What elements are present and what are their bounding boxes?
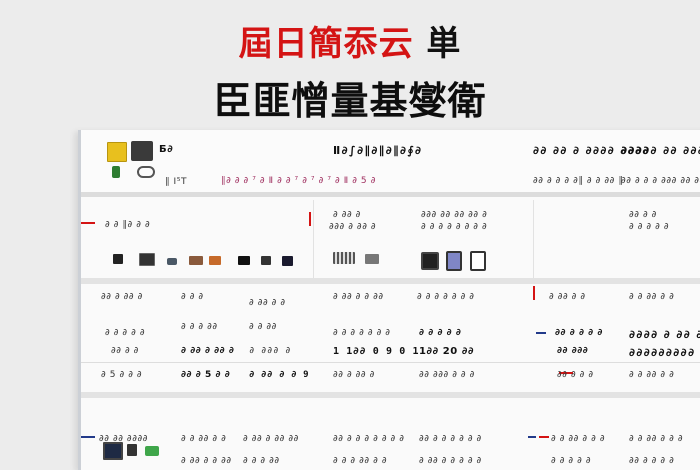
display-icon[interactable] (261, 256, 271, 265)
tablet-icon[interactable] (421, 252, 439, 270)
table-cell: ∂ ∂ ∂∂ ∂ ∂ ∂ (551, 434, 606, 444)
battery-icon[interactable] (145, 446, 159, 456)
table-cell: ∂ ∂ ∂ ∂ ∂ (551, 456, 592, 466)
section1-sub-mid2: ∂ ∂ ∂ ∂ ∂ ∂ ∂ ∂ (421, 222, 488, 232)
section-band (81, 392, 700, 398)
header-col4-sub: ∂∂ ∂ ∂ ∂ ∂∂∂ ∂∂ ∂∂ ∂ ∥ (621, 176, 700, 186)
header-col1-sub: ∥ I⁵T (165, 177, 188, 187)
display-icon[interactable] (238, 256, 250, 265)
section1-label-mid2: ∂∂∂ ∂∂ ∂∂ ∂∂ ∂ (421, 210, 488, 220)
monitor-icon[interactable] (139, 253, 155, 266)
display-icon[interactable] (282, 256, 293, 266)
table-cell: ∂ ∂ ∂∂ ∂ ∂ ∂ (629, 434, 684, 444)
table-cell: ∂ ∂ ∂∂ ∂ ∂ (629, 370, 675, 380)
row-divider (81, 362, 700, 363)
header-col3-sub: ∂∂ ∂ ∂ ∂ ∂∥ ∂ ∂ ∂∂ ∥ (533, 176, 624, 186)
row-marker-blue (81, 436, 95, 438)
header-col2-sub: ∥∂ ∂ ∂ ⁷ ∂ Ⅱ ∂ ∂ ⁷ ∂ ⁷ ∂ ⁷ ∂ Ⅱ ∂ 5 ∂ (221, 176, 376, 186)
table-cell: ∂ ∂ ∂∂ (249, 322, 277, 332)
table-cell: ∂ ∂ ∂ ∂ ∂ ∂ ∂ (417, 292, 475, 302)
section1-sub-right: ∂ ∂ ∂ ∂ ∂ (629, 222, 670, 232)
table-cell: ∂∂∂∂∂∂∂∂∂ ∂ (629, 346, 700, 359)
page-subtitle: 臣匪憎量基燮衛 (213, 78, 487, 123)
comparison-table-panel: Б∂ ∥ I⁵T Ⅱ∂∫∂∥∂∥∂∥∂∮∂ ∥∂ ∂ ∂ ⁷ ∂ Ⅱ ∂ ∂ ⁷… (78, 130, 700, 470)
table-cell: ∂∂ ∂ ∂ ∂ ∂ (629, 456, 675, 466)
table-cell: 1 1∂∂ 0 9 0 1 (333, 346, 420, 357)
table-cell: ∂∂∂∂ ∂ ∂∂ ∂ ∂ (629, 328, 700, 341)
brand-label: Б∂ (159, 144, 174, 155)
row-marker-red-mid (309, 212, 311, 226)
table-cell: ∂ ∂ ∂∂ ∂ ∂ (629, 292, 675, 302)
section1-label-right: ∂∂ ∂ ∂ (629, 210, 657, 220)
section1-label-left: ∂ ∂ ∥∂ ∂ ∂ (105, 220, 151, 230)
row-marker-red (533, 286, 535, 300)
table-cell: ∂ ∂∂ ∂ ∂ 9 (249, 370, 310, 380)
table-cell: ∂∂ ∂∂∂ ∂ ∂ ∂ (419, 370, 475, 380)
brand-logo-icon (107, 142, 127, 162)
table-cell: ∂ 5 ∂ ∂ ∂ (101, 370, 143, 380)
table-cell: ∂ ∂ ∂ ∂∂ (243, 456, 280, 466)
table-cell: ∂ ∂∂ ∂ ∂ (549, 292, 586, 302)
table-cell: ∂ ∂ ∂∂ ∂ ∂ (181, 434, 227, 444)
table-cell: ∂ ∂ ∂ (181, 292, 204, 302)
box-icon[interactable] (209, 256, 221, 265)
table-cell: ∂∂ ∂ ∂ ∂ ∂ ∂ ∂ (419, 434, 482, 444)
section1-label-mid: ∂ ∂∂ ∂ (333, 210, 361, 220)
table-cell: ∂ ∂∂ ∂ ∂ ∂∂ (333, 292, 384, 302)
column-separator (313, 200, 314, 280)
section-band (81, 278, 700, 284)
keyboard-icon[interactable] (365, 254, 379, 264)
table-cell: ∂∂ ∂∂∂ (557, 346, 589, 356)
table-cell: ∂ ∂∂ ∂ ∂∂ ∂ (181, 346, 235, 356)
row-marker-blue (536, 332, 546, 334)
header-col2-title[interactable]: Ⅱ∂∫∂∥∂∥∂∥∂∮∂ (333, 144, 422, 157)
header-col4-title[interactable]: ∂∂∂∂∂ ∂∂ ∂∂∂∂ Ⅱ (621, 144, 700, 157)
tablet-icon[interactable] (446, 251, 462, 271)
table-cell: ∂∂ ∂ ∂ ∂ ∂ (555, 328, 603, 338)
table-cell: ∂∂ ∂ ∂ (111, 346, 139, 356)
row-marker-red (81, 222, 95, 224)
section1-sub-mid: ∂∂∂ ∂ ∂∂ ∂ (329, 222, 377, 232)
title-black-text: 単 (426, 24, 462, 64)
table-cell: ∂∂ ∂ ∂∂ ∂ (333, 370, 375, 380)
tablet-icon[interactable] (113, 254, 123, 264)
phone-icon[interactable] (112, 166, 120, 178)
table-cell: ∂ ∂∂∂ ∂ (249, 346, 292, 356)
page-title: 屆日簡忝云 単 (0, 16, 700, 65)
table-cell: ∂ ∂ ∂ ∂ ∂ ∂ ∂ (333, 328, 391, 338)
table-cell: ∂ ∂∂ ∂ ∂∂ ∂∂ (243, 434, 299, 444)
keyboard-icon[interactable] (333, 252, 355, 264)
table-cell: ∂ ∂∂ ∂ ∂ ∂∂ (181, 456, 232, 466)
title-red-text: 屆日簡忝云 (238, 24, 414, 64)
table-cell: 1∂∂ 20 ∂∂ (419, 346, 474, 357)
table-cell: ∂ ∂ ∂ ∂∂ ∂ ∂ (333, 456, 388, 466)
table-cell: ∂ ∂ ∂ ∂ ∂ (419, 328, 462, 338)
link-icon[interactable] (137, 166, 155, 178)
table-cell: ∂∂ ∂ 5 ∂ ∂ (181, 370, 231, 380)
table-cell: ∂∂ ∂ ∂ ∂ ∂ ∂ ∂ ∂ (333, 434, 405, 444)
row-marker-red (539, 436, 549, 438)
table-cell: ∂ ∂ ∂ ∂∂ (181, 322, 218, 332)
row-marker-blue (528, 436, 536, 438)
device-thumbnail-icon[interactable] (131, 141, 153, 161)
column-separator (533, 200, 534, 280)
tablet-icon[interactable] (470, 251, 486, 271)
table-cell: ∂ ∂ ∂ ∂ ∂ (105, 328, 146, 338)
table-cell: ∂∂ ∂ ∂ ∂ (557, 370, 594, 380)
bag-icon[interactable] (167, 258, 177, 265)
box-icon[interactable] (189, 256, 203, 265)
table-cell: ∂ ∂∂ ∂ ∂ ∂ ∂ ∂ (419, 456, 482, 466)
device-icon[interactable] (127, 444, 137, 456)
table-cell: ∂∂ ∂ ∂∂ ∂ (101, 292, 143, 302)
table-cell: ∂ ∂∂ ∂ ∂ (249, 298, 286, 308)
monitor-icon[interactable] (103, 442, 123, 460)
